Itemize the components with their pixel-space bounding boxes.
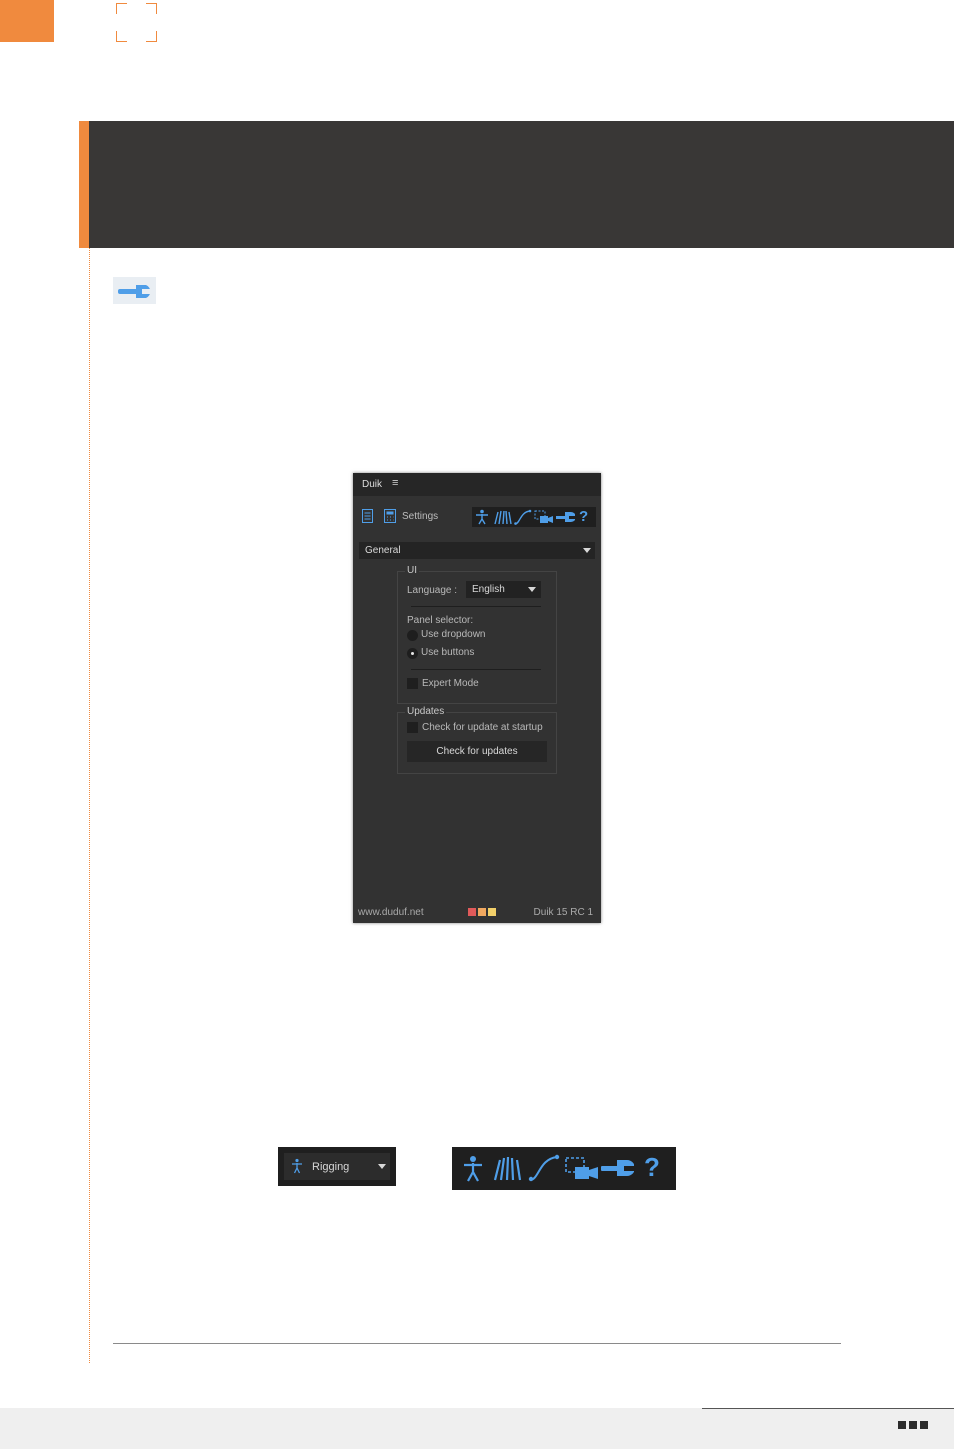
section-header-bar xyxy=(79,121,954,248)
check-startup-label: Check for update at startup xyxy=(422,722,543,733)
footer-rule xyxy=(702,1408,954,1409)
status-swatch-red xyxy=(468,908,476,916)
use-buttons-label: Use buttons xyxy=(421,647,475,658)
version-label: Duik 15 RC 1 xyxy=(533,907,593,918)
divider xyxy=(411,669,541,670)
automation-icon[interactable] xyxy=(493,509,513,528)
panel-menu-icon[interactable]: ≡ xyxy=(392,477,398,489)
bottom-rule xyxy=(113,1343,841,1344)
rigging-dropdown[interactable]: Rigging xyxy=(284,1153,390,1180)
help-icon[interactable]: ? xyxy=(579,508,588,525)
rigging-icon xyxy=(291,1158,303,1179)
check-updates-button[interactable]: Check for updates xyxy=(407,741,547,762)
divider xyxy=(411,606,541,607)
page-footer-band xyxy=(0,1408,954,1449)
check-startup-checkbox[interactable] xyxy=(407,722,418,733)
status-swatch-yellow xyxy=(488,908,496,916)
rigging-icon[interactable] xyxy=(462,1155,484,1188)
chevron-down-icon xyxy=(378,1164,386,1169)
language-select[interactable]: English xyxy=(466,581,541,598)
panel-tool-buttons: ? xyxy=(472,507,596,527)
settings-label: Settings xyxy=(402,511,439,522)
use-buttons-radio[interactable] xyxy=(407,648,418,659)
chevron-down-icon xyxy=(528,587,536,592)
rigging-icon[interactable] xyxy=(475,509,489,528)
section-dropdown-value: General xyxy=(365,545,401,556)
calculator-icon[interactable] xyxy=(384,509,396,526)
settings-wrench-icon[interactable] xyxy=(555,510,576,527)
rigging-dropdown-label: Rigging xyxy=(312,1161,350,1173)
panel-selector-label: Panel selector: xyxy=(407,615,474,626)
page-marker-dots xyxy=(898,1421,928,1429)
use-dropdown-label: Use dropdown xyxy=(421,629,486,640)
wrench-icon xyxy=(113,277,156,304)
notes-icon[interactable] xyxy=(362,509,373,526)
language-value: English xyxy=(472,584,505,595)
header-accent xyxy=(79,121,89,248)
crop-mark xyxy=(146,31,157,42)
settings-wrench-icon[interactable] xyxy=(600,1157,635,1184)
help-icon[interactable]: ? xyxy=(644,1152,660,1183)
ui-group-title: UI xyxy=(405,565,419,576)
expert-mode-label: Expert Mode xyxy=(422,678,479,689)
panel-titlebar: Duik ≡ xyxy=(353,473,601,496)
camera-icon[interactable] xyxy=(564,1155,600,1188)
panel-title: Duik xyxy=(362,479,383,490)
interpolation-icon[interactable] xyxy=(514,509,532,528)
crop-mark xyxy=(116,3,127,14)
automation-icon[interactable] xyxy=(492,1154,524,1187)
crop-mark xyxy=(146,3,157,14)
status-swatch-orange xyxy=(478,908,486,916)
check-updates-label: Check for updates xyxy=(436,746,518,757)
duik-settings-panel: Duik ≡ Settings ? General UI Language: … xyxy=(353,473,601,923)
section-dropdown[interactable]: General xyxy=(359,542,595,559)
footer-url-link[interactable]: www.duduf.net xyxy=(358,907,424,918)
interpolation-icon[interactable] xyxy=(528,1154,560,1187)
use-dropdown-radio[interactable] xyxy=(407,630,418,641)
panel-buttons-example: ? xyxy=(452,1147,676,1190)
panel-dropdown-example: Rigging xyxy=(278,1147,396,1186)
chevron-down-icon xyxy=(583,548,591,553)
updates-group-title: Updates xyxy=(405,706,447,717)
crop-mark xyxy=(116,31,127,42)
camera-icon[interactable] xyxy=(534,509,554,528)
language-label: Language : xyxy=(407,585,458,596)
margin-dotted-line xyxy=(89,248,90,1363)
expert-mode-checkbox[interactable] xyxy=(407,678,418,689)
corner-tab xyxy=(0,0,54,42)
